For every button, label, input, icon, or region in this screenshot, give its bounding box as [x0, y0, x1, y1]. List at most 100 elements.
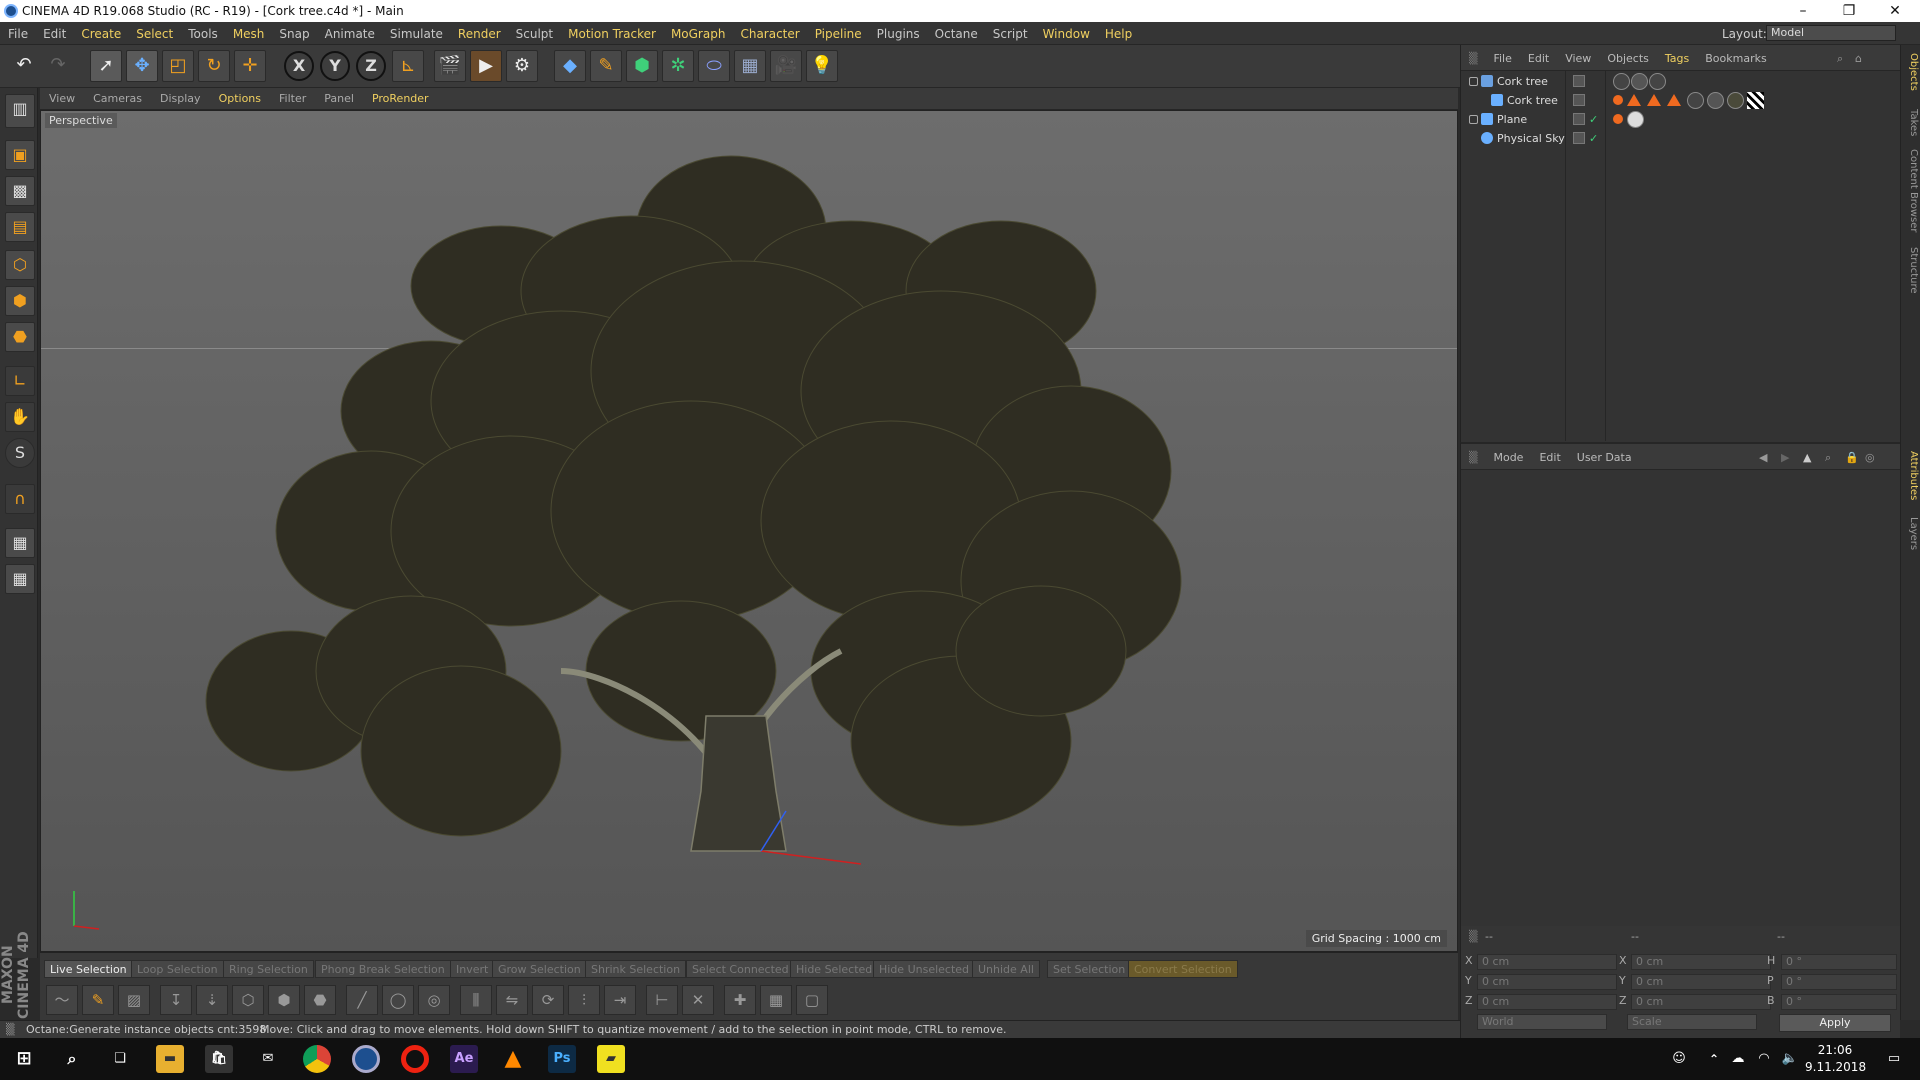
rotate-icon[interactable]: ↻ [198, 50, 230, 82]
texture-tag-icon[interactable] [1747, 92, 1764, 109]
tab-layers[interactable]: Layers [1903, 517, 1919, 550]
windows-start-icon[interactable]: ⊞ [10, 1045, 38, 1073]
layout-select[interactable]: Model [1766, 25, 1896, 41]
wifi-icon[interactable]: ◠ [1750, 1045, 1778, 1073]
size-x-field[interactable]: 0 cm [1631, 954, 1771, 970]
om-menu-tags[interactable]: Tags [1657, 45, 1697, 65]
material-tag-icon[interactable] [1631, 73, 1648, 90]
expand-icon[interactable] [1469, 115, 1478, 124]
undo-icon[interactable]: ↶ [8, 50, 40, 82]
cinema4d-taskbar-icon[interactable] [352, 1045, 380, 1073]
file-explorer-icon[interactable]: ▬ [156, 1045, 184, 1073]
live-selection-button[interactable]: Live Selection [44, 960, 133, 978]
coordinate-system-icon[interactable]: ⊾ [392, 50, 424, 82]
menu-edit[interactable]: Edit [35, 22, 73, 44]
phong-tag-icon[interactable] [1613, 95, 1623, 105]
menu-octane[interactable]: Octane [927, 22, 985, 44]
extrude-icon[interactable]: ↧ [160, 985, 192, 1015]
mirror-icon[interactable]: ⇋ [496, 985, 528, 1015]
attr-menu-mode[interactable]: Mode [1485, 444, 1531, 471]
unhide-all-button[interactable]: Unhide All [972, 960, 1040, 978]
tab-content-browser[interactable]: Content Browser [1903, 149, 1919, 232]
hide-unselected-button[interactable]: Hide Unselected [873, 960, 976, 978]
spin-edge-icon[interactable]: ⟳ [532, 985, 564, 1015]
after-effects-icon[interactable]: Ae [450, 1045, 478, 1073]
material-tag-icon[interactable] [1687, 92, 1704, 109]
object-row-plane[interactable]: Plane ✓ [1461, 110, 1901, 129]
sticky-notes-icon[interactable]: ▰ [597, 1045, 625, 1073]
material-tag-icon[interactable] [1707, 92, 1724, 109]
polygon-selection-tag-icon[interactable] [1627, 94, 1641, 106]
menu-script[interactable]: Script [985, 22, 1035, 44]
enabled-check-icon[interactable]: ✓ [1589, 113, 1601, 126]
restore-button[interactable]: ❐ [1826, 0, 1872, 22]
polygon-selection-tag-icon[interactable] [1667, 94, 1681, 106]
viewport-menu-prorender[interactable]: ProRender [363, 88, 438, 109]
om-home-icon[interactable]: ⌂ [1847, 45, 1870, 65]
array-icon[interactable]: ✲ [662, 50, 694, 82]
mail-icon[interactable]: ✉ [254, 1045, 282, 1073]
viewport-menu-view[interactable]: View [40, 88, 84, 109]
menu-create[interactable]: Create [73, 22, 128, 44]
points-mode-icon[interactable]: ⬡ [5, 250, 35, 280]
slide-icon[interactable]: ╱ [346, 985, 378, 1015]
menu-motion-tracker[interactable]: Motion Tracker [560, 22, 663, 44]
om-menu-view[interactable]: View [1557, 45, 1599, 65]
om-menu-edit[interactable]: Edit [1520, 45, 1557, 65]
object-row-cork-tree-mesh[interactable]: Cork tree [1461, 91, 1901, 110]
perspective-viewport[interactable]: Perspective Grid Spacing: 1000 cm [40, 110, 1458, 952]
system-clock[interactable]: 21:06 9.11.2018 [1805, 1042, 1866, 1076]
viewport-menu-options[interactable]: Options [210, 88, 270, 109]
knife-icon[interactable]: ✎ [82, 985, 114, 1015]
close-hole-icon[interactable]: ◯ [382, 985, 414, 1015]
live-selection-icon[interactable]: ➚ [90, 50, 122, 82]
search-icon[interactable]: ⌕ [58, 1045, 86, 1073]
subdivide-icon[interactable]: ✚ [724, 985, 756, 1015]
bevel-icon[interactable]: ⬡ [232, 985, 264, 1015]
extrude-inner-icon[interactable]: ⇣ [196, 985, 228, 1015]
convert-selection-button[interactable]: Convert Selection [1128, 960, 1238, 978]
menu-simulate[interactable]: Simulate [382, 22, 450, 44]
split-icon[interactable]: ⫶ [568, 985, 600, 1015]
triangulate-icon[interactable]: ▦ [760, 985, 792, 1015]
planar-workplane-icon[interactable]: ▦ [5, 564, 35, 594]
deformer-icon[interactable]: ⬭ [698, 50, 730, 82]
om-menu-file[interactable]: File [1485, 45, 1519, 65]
menu-select[interactable]: Select [128, 22, 180, 44]
pen-spline-icon[interactable]: ✎ [590, 50, 622, 82]
z-axis-icon[interactable]: Z [356, 51, 386, 81]
weld-icon[interactable]: ⬣ [304, 985, 336, 1015]
scale-icon[interactable]: ◰ [162, 50, 194, 82]
stitch-icon[interactable]: ◎ [418, 985, 450, 1015]
attr-search-icon[interactable]: ⌕ [1817, 444, 1839, 472]
tweak-mode-icon[interactable]: ✋ [5, 402, 35, 432]
minimize-button[interactable]: – [1780, 0, 1826, 22]
phong-break-selection-button[interactable]: Phong Break Selection [315, 960, 451, 978]
x-axis-icon[interactable]: X [284, 51, 314, 81]
menu-file[interactable]: File [0, 22, 35, 44]
attr-menu-user-data[interactable]: User Data [1569, 444, 1640, 471]
sculpt-brush-icon[interactable]: 〜 [46, 985, 78, 1015]
volume-icon[interactable]: 🔈 [1776, 1045, 1804, 1073]
menu-animate[interactable]: Animate [317, 22, 382, 44]
material-tag-icon[interactable] [1649, 73, 1666, 90]
position-x-field[interactable]: 0 cm [1477, 954, 1617, 970]
render-view-icon[interactable]: 🎬 [434, 50, 466, 82]
ring-selection-button[interactable]: Ring Selection [223, 960, 314, 978]
apply-button[interactable]: Apply [1779, 1014, 1891, 1032]
menu-pipeline[interactable]: Pipeline [807, 22, 869, 44]
collapse-icon[interactable] [1469, 77, 1478, 86]
render-to-picture-viewer-icon[interactable]: ▶ [470, 50, 502, 82]
select-connected-button[interactable]: Select Connected [686, 960, 795, 978]
people-icon[interactable]: ☺ [1665, 1045, 1693, 1073]
optimize-icon[interactable]: ⊢ [646, 985, 678, 1015]
magnet-tool-icon[interactable]: ⫼ [460, 985, 492, 1015]
lock-workplane-icon[interactable]: ▦ [5, 528, 35, 558]
photoshop-icon[interactable]: Ps [548, 1045, 576, 1073]
texture-mode-icon[interactable]: ▩ [5, 176, 35, 206]
magnet-icon[interactable]: ∩ [5, 484, 35, 514]
subdivision-icon[interactable]: ⬢ [626, 50, 658, 82]
object-row-cork-tree-null[interactable]: Cork tree [1461, 72, 1901, 91]
menu-help[interactable]: Help [1097, 22, 1139, 44]
polygon-selection-tag-icon[interactable] [1647, 94, 1661, 106]
